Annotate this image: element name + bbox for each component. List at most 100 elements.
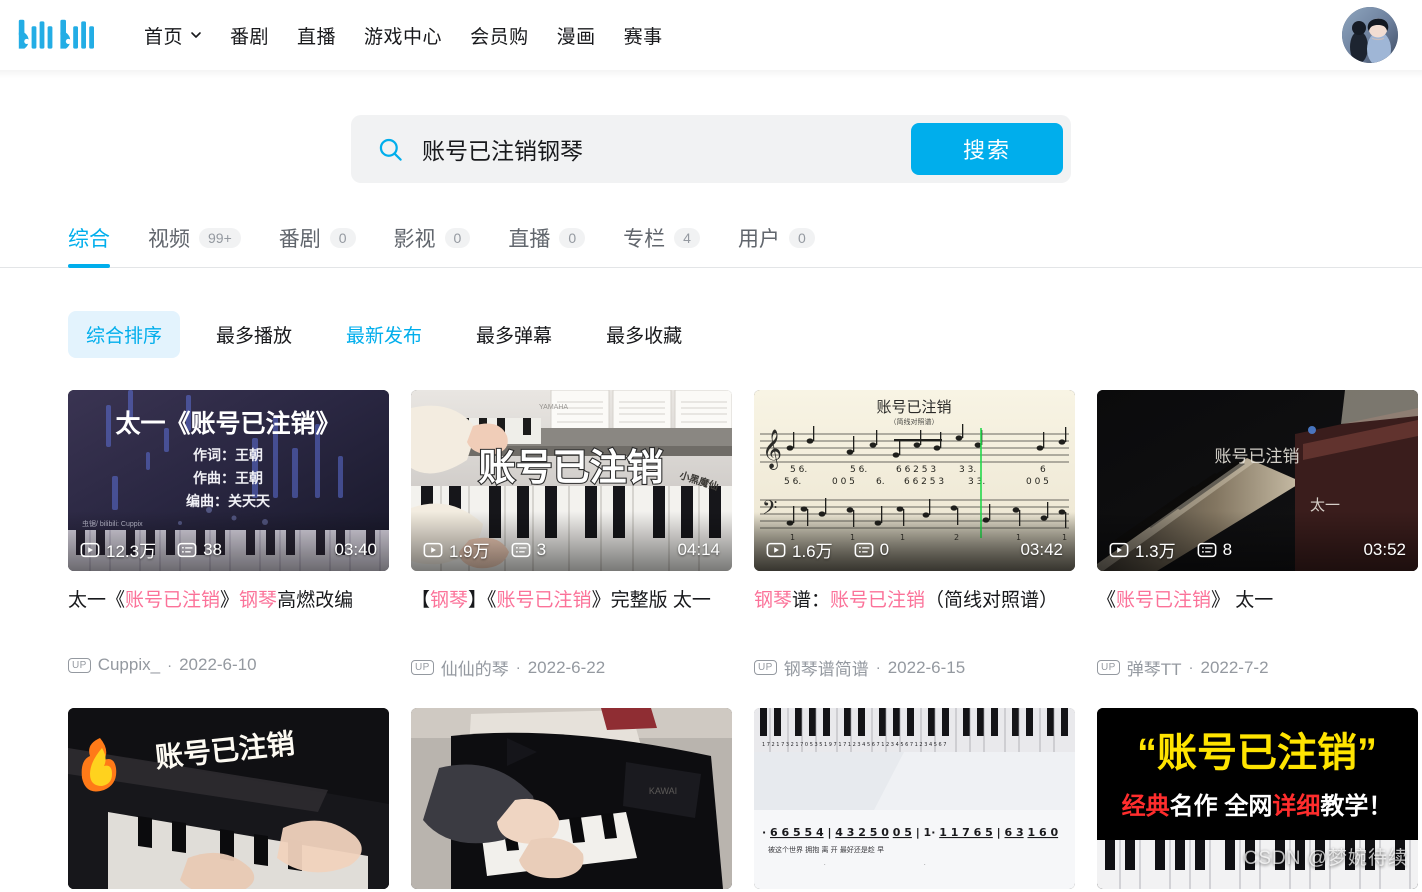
nav-item-5[interactable]: 漫画: [543, 16, 610, 55]
video-card[interactable]: 太一《账号已注销》 作词：王朝 作曲：王朝 编曲：关天天 虫锯/ bilibil…: [68, 390, 389, 680]
tab-label-5: 专栏: [623, 228, 666, 251]
sort-option-most-danmaku[interactable]: 最多弹幕: [458, 311, 570, 358]
search-icon: [379, 138, 402, 161]
svg-text:经典名作 全网详细教学！: 经典名作 全网详细教学！: [1122, 792, 1393, 820]
video-title[interactable]: 【钢琴】《账号已注销》完整版 太一: [411, 585, 732, 649]
tab-bangumi[interactable]: 番剧 0: [279, 223, 356, 267]
result-type-tabs: 综合 视频 99+ 番剧 0 影视 0 直播 0 专栏 4 用户 0: [0, 211, 1422, 268]
svg-text:编曲：关天天: 编曲：关天天: [186, 493, 271, 509]
title-part: 》 太一: [1211, 590, 1274, 611]
publish-date: 2022-6-15: [887, 657, 966, 677]
sort-option-most-favorite[interactable]: 最多收藏: [588, 311, 700, 358]
search-button[interactable]: 搜索: [911, 123, 1063, 175]
play-count-value: 1.9万: [449, 542, 490, 561]
danmaku-count: 0: [854, 540, 889, 560]
uploader-name[interactable]: 仙仙的琴: [441, 655, 509, 680]
up-icon: UP: [1097, 660, 1120, 675]
tab-badge-3: 0: [444, 228, 471, 248]
video-thumbnail[interactable]: 账号已注销 （简线对照谱） 𝄞 5 6. 5 6. 6 6 2 5 3 3 3.…: [754, 390, 1075, 571]
title-part: 【: [411, 590, 431, 611]
nav-label-4: 会员购: [470, 26, 529, 48]
video-duration: 03:42: [1020, 539, 1063, 559]
thumb-main-text: 账号已注销: [876, 399, 951, 416]
video-card[interactable]: 账号已注销: [68, 708, 389, 889]
nav-item-0[interactable]: 首页: [130, 16, 216, 55]
nav-item-3[interactable]: 游戏中心: [350, 16, 456, 55]
svg-text:5 6.: 5 6.: [784, 477, 801, 487]
avatar[interactable]: [1342, 7, 1398, 63]
tab-video[interactable]: 视频 99+: [148, 223, 241, 267]
nav-label-3: 游戏中心: [364, 26, 443, 48]
video-meta: UP 弹琴TT · 2022-7-2: [1097, 655, 1418, 680]
up-icon: UP: [411, 660, 434, 675]
publish-date: 2022-6-10: [179, 655, 257, 674]
video-card[interactable]: YAMAHA 账号已注销 小黑魔仙 1.9万 3 04:14 【钢琴】《账号已注…: [411, 390, 732, 680]
sort-option-comprehensive[interactable]: 综合排序: [68, 311, 181, 358]
video-duration: 03:40: [334, 539, 377, 559]
tab-badge-5: 4: [674, 228, 700, 248]
video-card[interactable]: 账号已注销 太一 1.3万 8 03:52 《账号已注销》 太一 UP 弹琴TT…: [1097, 390, 1418, 680]
meta-separator: ·: [515, 659, 521, 676]
video-thumbnail[interactable]: YAMAHA 账号已注销 小黑魔仙 1.9万 3 04:14: [411, 390, 732, 571]
video-thumbnail[interactable]: KAWAI: [411, 708, 732, 889]
svg-text:6: 6: [1040, 465, 1046, 475]
tab-column[interactable]: 专栏 4: [623, 223, 700, 267]
search-input[interactable]: [422, 135, 911, 163]
video-card[interactable]: KAWAI: [411, 708, 732, 889]
video-card[interactable]: 1 7 2 1 7 3 2 1 7 0 5 3 5 1 9 7 1 7 1 2 …: [754, 708, 1075, 889]
sort-option-newest[interactable]: 最新发布: [328, 311, 440, 358]
video-title[interactable]: 钢琴谱：账号已注销（简线对照谱）: [754, 585, 1075, 649]
search-results-page: 首页 番剧 直播 游戏中心 会员购 漫画 赛事 账号已注销钢琴 搜索 综合 视频…: [0, 0, 1422, 892]
uploader-name[interactable]: 钢琴谱简谱: [784, 655, 869, 680]
svg-text:作词：王朝: 作词：王朝: [193, 447, 263, 463]
thumb-sub-text: 太一: [1310, 497, 1340, 514]
nav-label-1: 番剧: [230, 26, 270, 48]
svg-text:1 7 2 1 7 3 2 1 7 0 5 3 5 1 9: 1 7 2 1 7 3 2 1 7 0 5 3 5 1 9 7 1 7 1 2 …: [762, 742, 946, 748]
title-highlight: 钢琴: [754, 590, 793, 611]
video-thumbnail[interactable]: 1 7 2 1 7 3 2 1 7 0 5 3 5 1 9 7 1 7 1 2 …: [754, 708, 1075, 889]
title-highlight: 账号已注销: [496, 590, 592, 611]
video-meta: UP 钢琴谱简谱 · 2022-6-15: [754, 655, 1075, 680]
tab-user[interactable]: 用户 0: [738, 223, 815, 267]
up-icon: UP: [68, 657, 91, 673]
tab-comprehensive[interactable]: 综合: [68, 223, 110, 268]
svg-text:3 3.: 3 3.: [968, 477, 985, 487]
video-title[interactable]: 太一《账号已注销》钢琴高燃改编: [68, 585, 389, 649]
bilibili-logo[interactable]: [14, 15, 110, 55]
video-thumbnail[interactable]: 账号已注销 太一 1.3万 8 03:52: [1097, 390, 1418, 571]
nav-item-4[interactable]: 会员购: [456, 16, 543, 55]
title-part: 《: [1097, 590, 1117, 611]
uploader-name[interactable]: 弹琴TT: [1127, 655, 1182, 680]
svg-text:作曲：王朝: 作曲：王朝: [193, 470, 263, 486]
search-box[interactable]: 搜索: [351, 115, 1071, 183]
sort-option-most-played[interactable]: 最多播放: [198, 311, 310, 358]
tab-movie[interactable]: 影视 0: [394, 223, 471, 267]
video-card[interactable]: 账号已注销 （简线对照谱） 𝄞 5 6. 5 6. 6 6 2 5 3 3 3.…: [754, 390, 1075, 680]
main-nav: 首页 番剧 直播 游戏中心 会员购 漫画 赛事: [130, 16, 677, 55]
title-highlight: 钢琴: [239, 590, 278, 611]
nav-label-6: 赛事: [623, 26, 663, 48]
tab-badge-1: 99+: [199, 228, 241, 248]
nav-item-2[interactable]: 直播: [283, 16, 350, 55]
title-part: 太一《: [68, 590, 126, 611]
video-thumbnail[interactable]: 账号已注销: [68, 708, 389, 889]
video-stats: 1.6万 0 03:42: [766, 537, 1063, 562]
video-thumbnail[interactable]: “账号已注销” 经典名作 全网详细教学！: [1097, 708, 1418, 889]
nav-item-6[interactable]: 赛事: [610, 16, 677, 55]
video-thumbnail[interactable]: 太一《账号已注销》 作词：王朝 作曲：王朝 编曲：关天天 虫锯/ bilibil…: [68, 390, 389, 571]
meta-separator: ·: [1188, 659, 1194, 676]
video-stats: 1.3万 8 03:52: [1109, 537, 1406, 562]
play-icon: [80, 542, 100, 557]
video-title[interactable]: 《账号已注销》 太一: [1097, 585, 1418, 649]
uploader-name[interactable]: Cuppix_: [98, 655, 160, 675]
nav-item-1[interactable]: 番剧: [216, 16, 283, 55]
tab-live[interactable]: 直播 0: [508, 223, 586, 267]
svg-text:KAWAI: KAWAI: [649, 786, 677, 796]
title-part: 》完整版 太一: [591, 590, 711, 611]
video-card[interactable]: “账号已注销” 经典名作 全网详细教学！: [1097, 708, 1418, 889]
danmaku-count: 8: [1197, 540, 1232, 560]
title-part: （简线对照谱）: [925, 590, 1059, 611]
up-icon: UP: [754, 660, 777, 675]
play-count: 1.3万: [1109, 537, 1176, 562]
thumb-main-text: 太一《账号已注销》: [115, 409, 340, 438]
